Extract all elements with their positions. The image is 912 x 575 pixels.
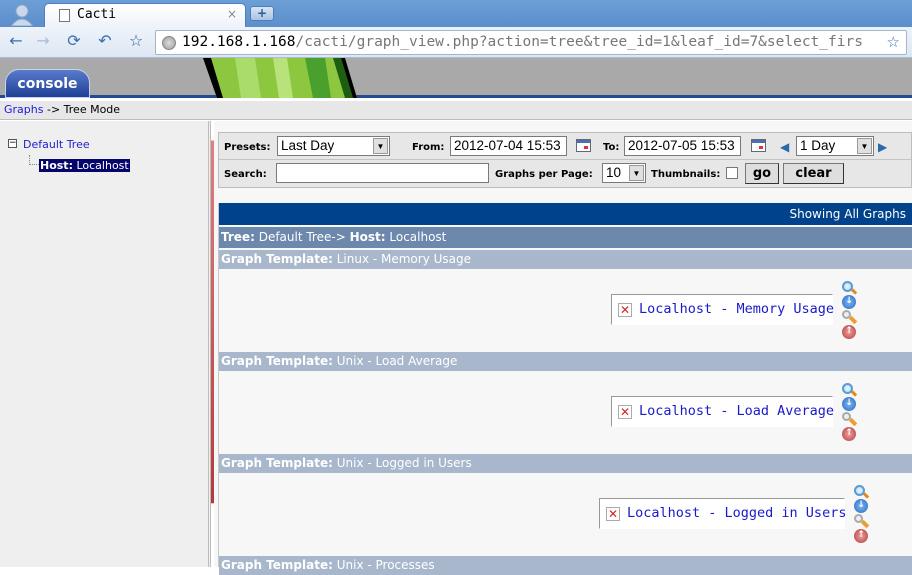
graph-template-body: ✕ Localhost - Load Average ↓ ↑ [219,371,912,454]
tree-connector [29,155,39,165]
clear-button[interactable]: clear [783,163,844,184]
browser-tab[interactable]: Cacti × [44,3,246,27]
graph-template-header: Graph Template: Unix - Processes [219,556,912,575]
close-tab-icon[interactable]: × [227,7,237,21]
thumbnails-label: Thumbnails: [651,169,721,180]
bookmark-page-star-icon[interactable]: ☆ [887,33,900,51]
breadcrumb: Graphs -> Tree Mode [0,101,912,120]
graph-actions: ↓ ↑ [841,382,859,446]
filter-row-timespan: Presets: Last Day ▼ From: 2012-07-04 15:… [219,133,911,160]
new-tab-button[interactable]: + [250,6,274,21]
graph-template-body: ✕ Localhost - Logged in Users ↓ ↑ [219,473,912,556]
broken-image-icon: ✕ [606,507,620,521]
graph-image[interactable]: ✕ Localhost - Logged in Users [599,498,846,529]
breadcrumb-graphs-link[interactable]: Graphs [4,103,43,116]
search-label: Search: [224,169,267,180]
search-input[interactable] [276,163,489,183]
graph-image[interactable]: ✕ Localhost - Memory Usage [611,294,834,325]
collapse-icon[interactable]: − [8,139,17,148]
from-date-input[interactable]: 2012-07-04 15:53 [450,136,567,156]
graphs-per-page-select[interactable]: 10 ▼ [602,163,646,183]
graph-image[interactable]: ✕ Localhost - Load Average [611,396,834,427]
forward-icon[interactable]: → [32,31,54,50]
profile-avatar-icon[interactable] [8,2,36,27]
reload-icon[interactable]: ⟳ [63,31,85,50]
presets-select[interactable]: Last Day ▼ [277,136,390,156]
cacti-logo-leaf [195,58,365,98]
chevron-down-icon: ▼ [629,165,644,181]
to-date-input[interactable]: 2012-07-05 15:53 [624,136,741,156]
tree-host-header: Tree: Default Tree-> Host: Localhost [219,227,912,248]
edit-graph-icon[interactable] [841,309,858,325]
calendar-to-icon[interactable] [751,139,766,152]
graph-actions: ↓ ↑ [841,280,859,344]
timespan-select[interactable]: 1 Day ▼ [796,136,874,156]
globe-icon [162,36,176,50]
tab-title: Cacti [77,7,117,22]
move-up-icon[interactable]: ↑ [841,324,857,340]
move-up-icon[interactable]: ↑ [841,426,857,442]
shift-right-icon[interactable]: ▶ [878,140,887,154]
presets-label: Presets: [224,142,271,153]
broken-image-icon: ✕ [618,405,632,419]
to-label: To: [603,142,620,153]
move-up-icon[interactable]: ↑ [853,528,869,544]
bookmark-star-icon[interactable]: ☆ [125,31,147,50]
graph-actions: ↓ ↑ [853,484,871,548]
back-icon[interactable]: ← [5,31,27,50]
browser-toolbar: ← → ⟳ ↶ ☆ 192.168.1.168/cacti/graph_view… [0,27,912,58]
undo-icon[interactable]: ↶ [94,31,116,50]
move-down-icon[interactable]: ↓ [853,498,869,514]
tab-console[interactable]: console [5,69,90,98]
address-bar[interactable]: 192.168.1.168/cacti/graph_view.php?actio… [155,30,907,55]
graph-title[interactable]: Localhost - Memory Usage [639,301,834,317]
breadcrumb-separator: -> [43,103,64,116]
graphs-per-page-label: Graphs per Page: [495,169,593,180]
graph-template-header: Graph Template: Unix - Load Average [219,352,912,371]
page-icon [59,9,70,22]
graph-template-header: Graph Template: Unix - Logged in Users [219,454,912,473]
browser-tabstrip: Cacti × + [0,0,912,27]
move-down-icon[interactable]: ↓ [841,396,857,412]
chevron-down-icon: ▼ [857,138,872,154]
shift-left-icon[interactable]: ◀ [780,140,789,154]
broken-image-icon: ✕ [618,303,632,317]
url-text[interactable]: 192.168.1.168/cacti/graph_view.php?actio… [182,34,882,50]
tree-leaf-localhost[interactable]: Host: Localhost [39,159,130,172]
cacti-header: console graphs [0,58,912,504]
graph-list: Showing All Graphs Tree: Default Tree-> … [218,203,912,575]
graph-title[interactable]: Localhost - Logged in Users [627,505,846,521]
graph-template-header: Graph Template: Linux - Memory Usage [219,250,912,269]
graph-filter-panel: Presets: Last Day ▼ From: 2012-07-04 15:… [218,132,912,188]
calendar-from-icon[interactable] [576,139,591,152]
tree-panel: − Default Tree Host: Localhost [0,121,211,567]
main-content: Presets: Last Day ▼ From: 2012-07-04 15:… [214,121,912,575]
go-button[interactable]: go [745,163,779,184]
graph-template-body: ✕ Localhost - Memory Usage ↓ ↑ [219,269,912,352]
filter-row-search: Search: Graphs per Page: 10 ▼ Thumbnails… [219,160,911,187]
edit-graph-icon[interactable] [841,411,858,427]
graph-title[interactable]: Localhost - Load Average [639,403,834,419]
breadcrumb-current: Tree Mode [63,103,121,116]
thumbnails-checkbox[interactable] [726,167,738,179]
edit-graph-icon[interactable] [853,513,870,529]
chevron-down-icon: ▼ [373,138,388,154]
showing-all-graphs-header: Showing All Graphs [219,203,912,225]
move-down-icon[interactable]: ↓ [841,294,857,310]
from-label: From: [412,142,445,153]
tree-root-default-tree[interactable]: Default Tree [23,138,90,151]
